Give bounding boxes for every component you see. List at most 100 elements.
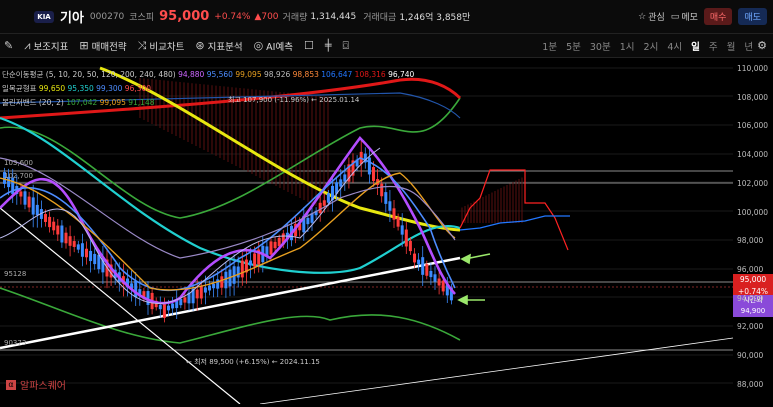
timeframe-8[interactable]: 월 xyxy=(727,39,736,53)
candle-body xyxy=(372,167,375,181)
legend-sma[interactable]: 단순이동평균 (5, 10, 20, 50, 120, 200, 240, 48… xyxy=(2,69,414,80)
candle-body xyxy=(212,283,216,289)
axis-label-2: 106,000 xyxy=(737,121,769,131)
sma-vals-4: 98,853 xyxy=(290,70,319,79)
compare-button[interactable]: ⤨ 비교차트 xyxy=(138,39,185,53)
legend-bollinger-values: 107,042 99,095 91,148 xyxy=(66,98,154,107)
candle-icon: ╪ xyxy=(324,39,332,52)
strategy-button[interactable]: ⊞ 매매전략 xyxy=(79,39,126,53)
watermark: α 알파스퀘어 xyxy=(6,377,66,392)
candle-body xyxy=(384,192,388,204)
candle-body xyxy=(60,225,64,243)
candle-body xyxy=(68,236,72,246)
timeframe-4[interactable]: 2시 xyxy=(644,39,659,53)
candle-body xyxy=(433,274,437,282)
ich-vals-0: 99,650 xyxy=(38,84,66,93)
candle-body xyxy=(183,297,187,303)
timeframe-7[interactable]: 주 xyxy=(709,39,718,53)
favorite-button[interactable]: ☆ 관심 xyxy=(638,10,665,24)
price-chart[interactable]: 단순이동평균 (5, 10, 20, 50, 120, 200, 240, 48… xyxy=(0,58,773,405)
candle-body xyxy=(220,276,224,288)
draw-tool-button[interactable]: ✎ xyxy=(4,39,13,52)
candle-body xyxy=(437,278,441,286)
ai-predict-button[interactable]: ◎ AI예측 xyxy=(254,39,293,53)
candle-body xyxy=(429,270,433,278)
candle-body xyxy=(269,241,273,255)
level-label-95128: 95128 xyxy=(4,270,27,278)
timeframe-6[interactable]: 일 xyxy=(691,39,700,53)
sma-vals-5: 106,647 xyxy=(318,70,353,79)
candle-body xyxy=(380,183,384,197)
alphasquare-logo-icon: α xyxy=(6,379,16,390)
ma-120-line xyxy=(0,116,461,274)
bb-vals-1: 99,095 xyxy=(97,98,126,107)
axis-label-9: 92,000 xyxy=(737,322,764,332)
axis-label-4: 102,000 xyxy=(737,178,769,188)
candle-body xyxy=(306,217,310,225)
candle-body xyxy=(253,253,257,267)
candle-body xyxy=(80,243,84,257)
ich-vals-1: 95,350 xyxy=(65,84,94,93)
analysis-button[interactable]: ⊛ 지표분석 xyxy=(195,39,242,53)
candle-body xyxy=(236,266,240,278)
candle-body xyxy=(35,204,39,216)
candle-body xyxy=(89,250,93,262)
price-axis[interactable]: 95,000 +0.74% 시간외 94,900 110,000 108,000 1… xyxy=(733,58,773,404)
stock-name[interactable]: 기아 xyxy=(60,7,84,26)
chart-canvas[interactable] xyxy=(0,58,773,405)
candle-body xyxy=(52,221,56,231)
timeframe-1[interactable]: 5분 xyxy=(566,39,581,53)
axis-label-3: 104,000 xyxy=(737,150,769,160)
candle-body xyxy=(318,202,322,214)
timeframe-9[interactable]: 년 xyxy=(744,39,753,53)
layout-button[interactable]: ☐ xyxy=(304,39,314,52)
candle-body xyxy=(277,237,281,247)
candle-body xyxy=(417,259,421,265)
sma-vals-0: 94,880 xyxy=(178,70,205,79)
candle-body xyxy=(425,264,429,276)
axis-label-5: 100,000 xyxy=(737,207,769,217)
axis-label-11: 88,000 xyxy=(737,379,764,389)
timeframe-5[interactable]: 4시 xyxy=(667,39,682,53)
indicators-button[interactable]: ⩘ 보조지표 xyxy=(24,39,68,53)
legend-bollinger[interactable]: 볼린저밴드 (20, 2) 107,042 99,095 91,148 xyxy=(2,97,155,108)
candle-body xyxy=(249,260,252,266)
gear-icon: ⚙ xyxy=(757,39,767,52)
level-label-102700: 102,700 xyxy=(4,172,33,180)
candle-body xyxy=(72,241,76,247)
amount-label: 거래대금 xyxy=(363,13,397,23)
candle-body xyxy=(367,157,371,175)
candle-body xyxy=(27,196,31,208)
candle-body xyxy=(158,304,162,310)
screenshot-button[interactable]: ⌼ xyxy=(342,39,349,53)
chart-toolbar: ✎ ⩘ 보조지표 ⊞ 매매전략 ⤨ 비교차트 ⊛ 지표분석 ◎ AI예측 ☐ ╪ ⌼ 1분… xyxy=(0,34,773,58)
timeframe-3[interactable]: 1시 xyxy=(620,39,635,53)
bb-vals-2: 91,148 xyxy=(125,98,155,107)
square-icon: ☐ xyxy=(303,39,314,52)
candle-body xyxy=(64,232,68,244)
settings-button[interactable]: ⚙ xyxy=(757,39,767,52)
buy-button[interactable]: 매수 xyxy=(703,8,733,25)
candle-body xyxy=(19,191,23,197)
axis-label-8: 94,000 xyxy=(737,293,764,303)
timeframe-0[interactable]: 1분 xyxy=(542,39,557,53)
analysis-icon: ⊛ xyxy=(195,39,205,52)
timeframe-2[interactable]: 30분 xyxy=(590,39,611,53)
memo-button[interactable]: ▭ 메모 xyxy=(671,10,698,24)
axis-label-10: 90,000 xyxy=(737,351,764,360)
candle-body xyxy=(388,201,392,211)
sell-button[interactable]: 매도 xyxy=(738,8,767,25)
candle-body xyxy=(179,298,183,306)
candle-body xyxy=(413,253,416,263)
candle-type-button[interactable]: ╪ xyxy=(325,39,332,52)
candle-body xyxy=(396,217,400,227)
legend-ichimoku[interactable]: 일목균형표 99,650 95,350 99,300 96,300 xyxy=(2,83,151,94)
candle-body xyxy=(273,241,277,249)
candle-body xyxy=(31,197,35,215)
candle-body xyxy=(23,191,27,205)
camera-icon: ⌼ xyxy=(342,38,350,52)
axis-label-6: 98,000 xyxy=(737,236,764,246)
pencil-icon: ✎ xyxy=(4,39,14,52)
volume-value: 1,314,445 xyxy=(310,11,357,22)
strategy-icon: ⊞ xyxy=(79,39,89,52)
